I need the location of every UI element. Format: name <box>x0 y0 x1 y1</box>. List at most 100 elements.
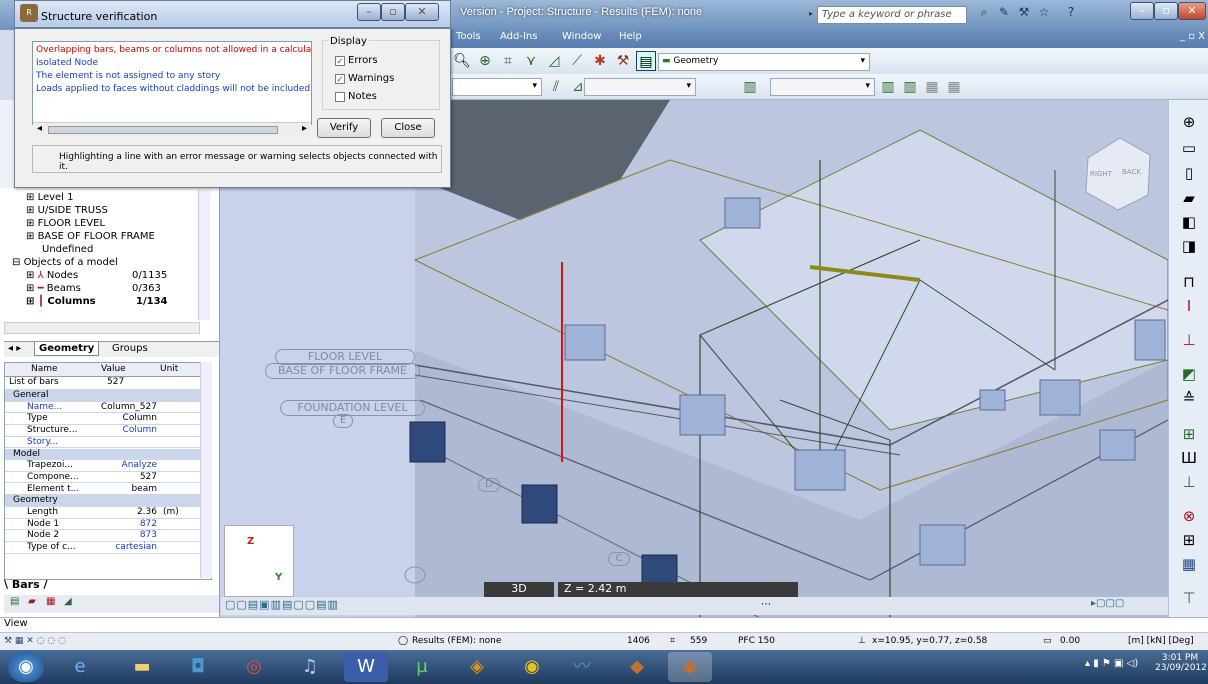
truss-icon[interactable]: ◿ <box>544 51 564 71</box>
calc-icon[interactable]: ✱ <box>590 51 610 71</box>
tab-nav-icon[interactable]: ◂ ▸ <box>8 343 21 354</box>
tab-bars[interactable]: \ Bars / <box>4 578 74 592</box>
utorrent-icon[interactable]: µ <box>400 652 444 682</box>
message-list[interactable]: Overlapping bars, beams or columns not a… <box>32 41 312 125</box>
message-error[interactable]: Overlapping bars, beams or columns not a… <box>36 45 311 55</box>
story-all-icon[interactable]: ▦ <box>944 77 964 97</box>
viewcube-right[interactable]: RIGHT <box>1090 170 1112 178</box>
app-icon[interactable]: ◉ <box>510 652 554 682</box>
message-warning[interactable]: Isolated Node <box>36 58 98 68</box>
column-icon[interactable]: ▯ <box>1178 163 1200 183</box>
prop-row[interactable]: Compone... 527 <box>5 472 205 484</box>
load-case-icon[interactable]: ⊞ <box>1178 424 1200 444</box>
warnings-checkbox[interactable]: ✓ <box>335 74 345 84</box>
zoom-icon[interactable]: ⊕ <box>475 51 495 71</box>
prop-section[interactable]: Model <box>5 448 205 460</box>
robot-icon[interactable]: ◆ <box>615 652 659 682</box>
prop-row[interactable]: Node 2 873 <box>5 530 205 542</box>
north-icon[interactable]: ⊕ <box>1178 112 1200 132</box>
verify-button[interactable]: Verify <box>317 118 371 138</box>
story-up-icon[interactable]: ▥ <box>878 77 898 97</box>
load-icon[interactable]: ⟋ <box>567 51 587 71</box>
story-down-icon[interactable]: ▦ <box>922 77 942 97</box>
slab-icon[interactable]: ▰ <box>1178 188 1200 208</box>
filter-combo[interactable]: ▾ <box>584 78 696 96</box>
scroll-icon[interactable]: ⋯ <box>761 599 771 610</box>
subscription-icon[interactable]: ✎ <box>995 5 1013 23</box>
maximize-button[interactable]: ▫ <box>1154 2 1178 20</box>
loads-icon[interactable]: ⊥ <box>1178 472 1200 492</box>
tree-item-story[interactable]: ⊞ Level 1 <box>26 192 74 203</box>
frame-icon[interactable]: ⊓ <box>1178 272 1200 292</box>
tools-icon[interactable]: ⚒ <box>613 51 633 71</box>
dialog-close-icon[interactable]: ✕ <box>405 3 439 21</box>
chrome-icon[interactable]: ◎ <box>232 652 276 682</box>
outlook-icon[interactable]: ◘ <box>176 652 220 682</box>
tree-view-icon[interactable]: ▤ <box>10 596 19 607</box>
structure-icon[interactable]: ⌗ <box>498 51 518 71</box>
view-nav-buttons[interactable]: ▸▢▢▢ <box>1091 598 1124 609</box>
tree-item-columns[interactable]: ⊞ ┃ Columns <box>26 296 96 307</box>
prop-section[interactable]: Geometry <box>5 495 205 507</box>
layout-combo[interactable]: ▬ Geometry ▾ <box>658 53 870 71</box>
bar-icon[interactable]: ▭ <box>1178 138 1200 158</box>
z-level[interactable]: Z = 2.42 m <box>558 582 798 597</box>
message-warning[interactable]: The element is not assigned to any story <box>36 71 220 81</box>
word-icon[interactable]: W <box>344 652 388 682</box>
prop-row[interactable]: Type Column <box>5 413 205 425</box>
tree-item-story[interactable]: ⊞ BASE OF FLOOR FRAME <box>26 231 155 242</box>
support-icon[interactable]: ⊥ <box>1178 330 1200 350</box>
prop-row[interactable]: Type of c... cartesian <box>5 542 205 554</box>
clock[interactable]: 3:01 PM 23/09/2012 <box>1155 653 1207 673</box>
tray-icons[interactable]: ▴ ▮ ⚑ ▣ ◁) <box>1085 658 1138 669</box>
prop-section[interactable]: General <box>5 390 205 402</box>
prop-row[interactable]: Trapezoi... Analyze <box>5 460 205 472</box>
mdi-controls[interactable]: _ ▫ X <box>1180 31 1205 42</box>
dialog-maximize-button[interactable]: ▫ <box>381 3 405 21</box>
exchange-icon[interactable]: ⚒ <box>1015 5 1033 23</box>
status-icons[interactable]: ⚒ ▦ ✕ ◌ ◌ ◌ <box>4 636 66 646</box>
prop-row[interactable]: Node 1 872 <box>5 519 205 531</box>
menu-add-ins[interactable]: Add-Ins <box>500 31 537 42</box>
tab-geometry[interactable]: Geometry <box>34 342 100 356</box>
zoom-window-icon[interactable]: 🔍︎ <box>452 51 472 71</box>
support-icon[interactable]: ⋎ <box>521 51 541 71</box>
message-hscrollbar[interactable]: ◂ ▸ <box>33 122 311 136</box>
tree-item-story[interactable]: ⊞ U/SIDE TRUSS <box>26 205 108 216</box>
loads-view-icon[interactable]: ▦ <box>46 596 55 607</box>
dialog-minimize-button[interactable]: – <box>357 3 381 21</box>
robot-pro-icon[interactable]: ◆ <box>668 652 712 682</box>
menu-tools[interactable]: Tools <box>456 31 481 42</box>
help-icon[interactable]: ? <box>1062 5 1080 23</box>
close-button[interactable]: Close <box>381 118 435 138</box>
itunes-icon[interactable]: ♫ <box>288 652 332 682</box>
combination-icon[interactable]: Ш <box>1178 448 1200 468</box>
favorites-icon[interactable]: ☆ <box>1035 5 1053 23</box>
units[interactable]: [m] [kN] [Deg] <box>1128 636 1194 646</box>
message-warning[interactable]: Loads applied to faces without claddings… <box>36 84 311 94</box>
app-icon[interactable]: 〰 <box>560 652 604 682</box>
story-icon[interactable]: ▥ <box>740 77 760 97</box>
wall-icon[interactable]: ◧ <box>1178 212 1200 232</box>
release-icon[interactable]: ◩ <box>1178 364 1200 384</box>
i-section-icon[interactable]: I <box>1178 296 1200 316</box>
mass-icon[interactable]: ⊗ <box>1178 506 1200 526</box>
prop-row[interactable]: Length 2.36 (m) <box>5 507 205 519</box>
explorer-icon[interactable]: ▬ <box>120 652 164 682</box>
prop-row[interactable]: Element t... beam <box>5 484 205 496</box>
props-scrollbar[interactable] <box>200 362 212 578</box>
app-icon[interactable]: ◈ <box>455 652 499 682</box>
close-window-button[interactable]: ✕ <box>1178 2 1206 20</box>
tree-item-beams[interactable]: ⊞ ━ Beams <box>26 283 81 294</box>
project-tree[interactable]: ⊞ Level 1 ⊞ U/SIDE TRUSS ⊞ FLOOR LEVEL ⊞… <box>8 190 208 320</box>
view-mode[interactable]: 3D <box>484 582 554 597</box>
menu-help[interactable]: Help <box>619 31 642 42</box>
list-of-bars-row[interactable]: List of bars 527 <box>5 377 205 390</box>
layout-icon[interactable]: ▤ <box>636 51 656 71</box>
panel-icon[interactable]: ◨ <box>1178 236 1200 256</box>
grid-icon[interactable]: ▦ <box>1178 554 1200 574</box>
tree-item-objects[interactable]: ⊟ Objects of a model <box>12 257 118 268</box>
selection-combo[interactable]: ▾ <box>452 78 542 96</box>
prop-row[interactable]: Name... Column_527 <box>5 402 205 414</box>
story-prop-icon[interactable]: ▥ <box>900 77 920 97</box>
